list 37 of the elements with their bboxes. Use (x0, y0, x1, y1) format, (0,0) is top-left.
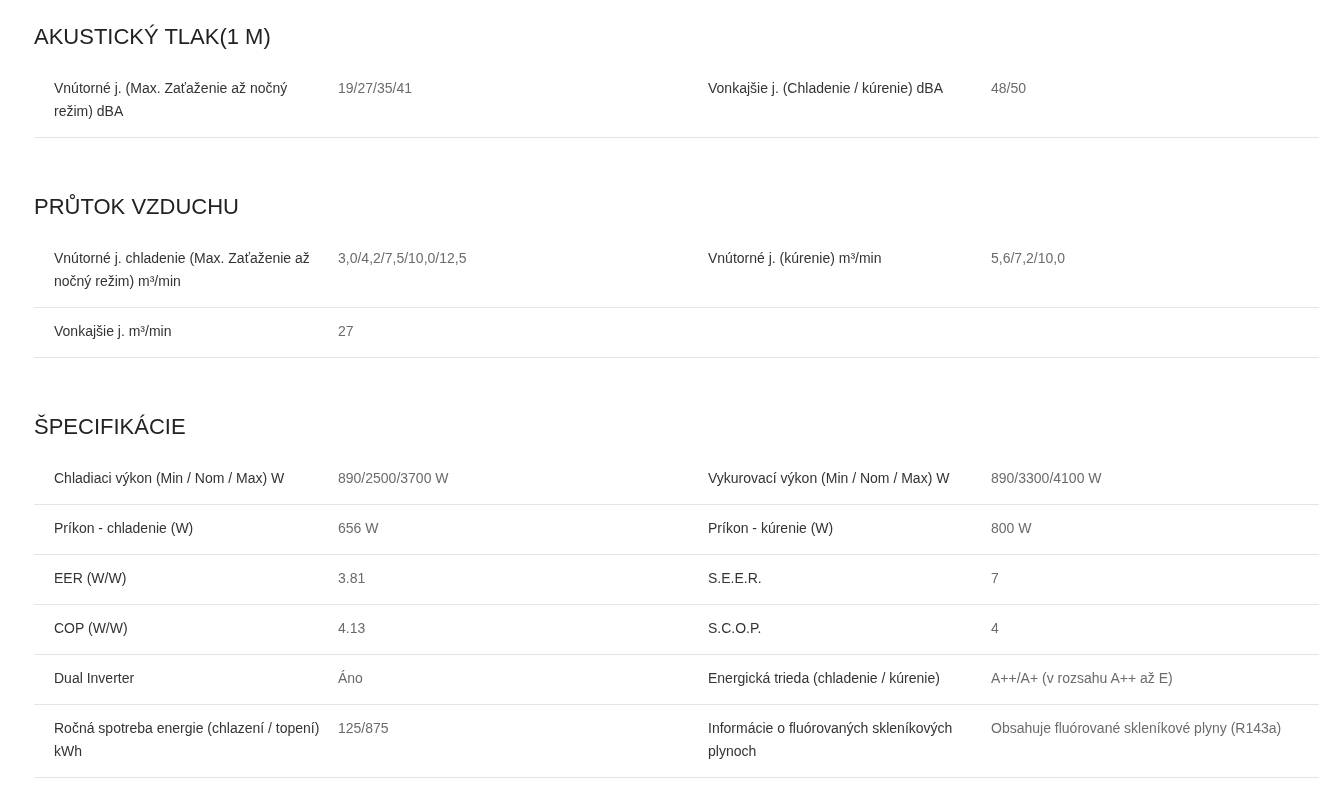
spec-label: Dual Inverter (54, 669, 136, 688)
section-heading: ŠPECIFIKÁCIE (34, 413, 187, 441)
spec-label: Vykurovací výkon (Min / Nom / Max) W (708, 469, 951, 488)
spec-label: Vnútorné j. (kúrenie) m³/min (708, 249, 883, 268)
spec-value: 4 (991, 619, 1000, 638)
spec-label: Ročná spotreba energie (chlazení / topení) kWh (54, 719, 321, 761)
spec-label: Chladiaci výkon (Min / Nom / Max) W (54, 469, 286, 488)
spec-label: Vnútorné j. chladenie (Max. Zaťaženie až nočný režim) m³/min (54, 249, 311, 291)
spec-value: 4.13 (338, 619, 367, 638)
spec-label: Príkon - chladenie (W) (54, 519, 195, 538)
spec-label: Energická trieda (chladenie / kúrenie) (708, 669, 941, 688)
spec-value: 3.81 (338, 569, 367, 588)
spec-value: 7 (991, 569, 1000, 588)
spec-value: 656 W (338, 519, 380, 538)
spec-label: Vonkajšie j. m³/min (54, 322, 173, 341)
spec-value: 800 W (991, 519, 1033, 538)
spec-value: 890/3300/4100 W (991, 469, 1103, 488)
spec-label: Vnútorné j. (Max. Zaťaženie až nočný režim) dBA (54, 79, 289, 121)
spec-label: S.C.O.P. (708, 619, 763, 638)
spec-label: COP (W/W) (54, 619, 129, 638)
spec-value: 125/875 (338, 719, 390, 738)
spec-value: Áno (338, 669, 364, 688)
spec-value: 3,0/4,2/7,5/10,0/12,5 (338, 249, 468, 268)
spec-value: 48/50 (991, 79, 1028, 98)
spec-value: 27 (338, 322, 355, 341)
spec-value: 890/2500/3700 W (338, 469, 450, 488)
spec-value: A++/A+ (v rozsahu A++ až E) (991, 669, 1174, 688)
spec-value: 19/27/35/41 (338, 79, 413, 98)
spec-value: 5,6/7,2/10,0 (991, 249, 1066, 268)
spec-label: Informácie o fluórovaných skleníkových plynoch (708, 719, 954, 761)
spec-label: Príkon - kúrenie (W) (708, 519, 835, 538)
spec-label: Vonkajšie j. (Chladenie / kúrenie) dBA (708, 79, 945, 98)
spec-value: Obsahuje fluórované skleníkové plyny (R143a) (991, 719, 1283, 738)
section-heading: AKUSTICKÝ TLAK(1 M) (34, 23, 272, 51)
spec-label: S.E.E.R. (708, 569, 763, 588)
section-heading: PRŮTOK VZDUCHU (34, 193, 240, 221)
spec-label: EER (W/W) (54, 569, 128, 588)
